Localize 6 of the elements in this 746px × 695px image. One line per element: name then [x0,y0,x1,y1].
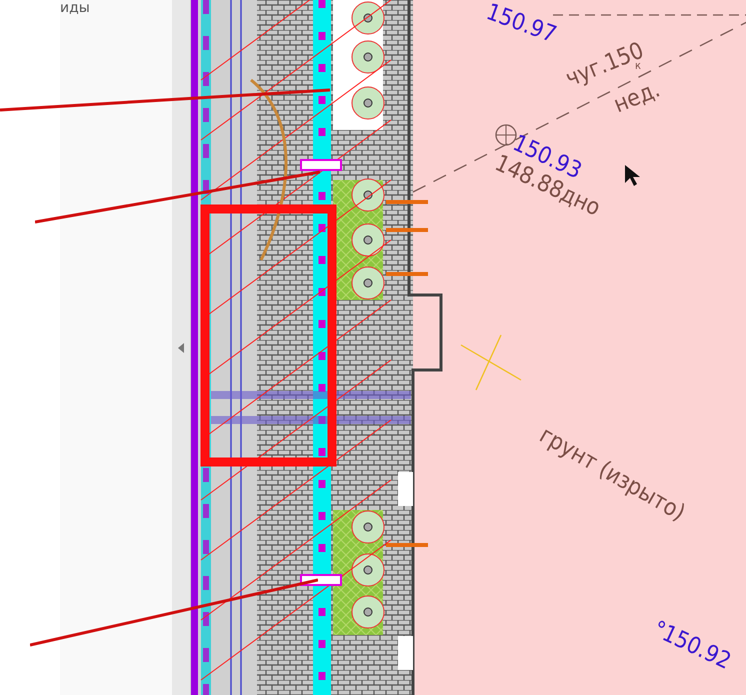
cursor-icon [625,165,640,186]
drawing-note: нед. [611,78,664,118]
cross-marker [460,334,522,391]
collapse-arrow-icon[interactable] [178,342,184,352]
elevation-label: 150.97 [483,1,560,48]
panel-heading: иды [60,0,90,16]
